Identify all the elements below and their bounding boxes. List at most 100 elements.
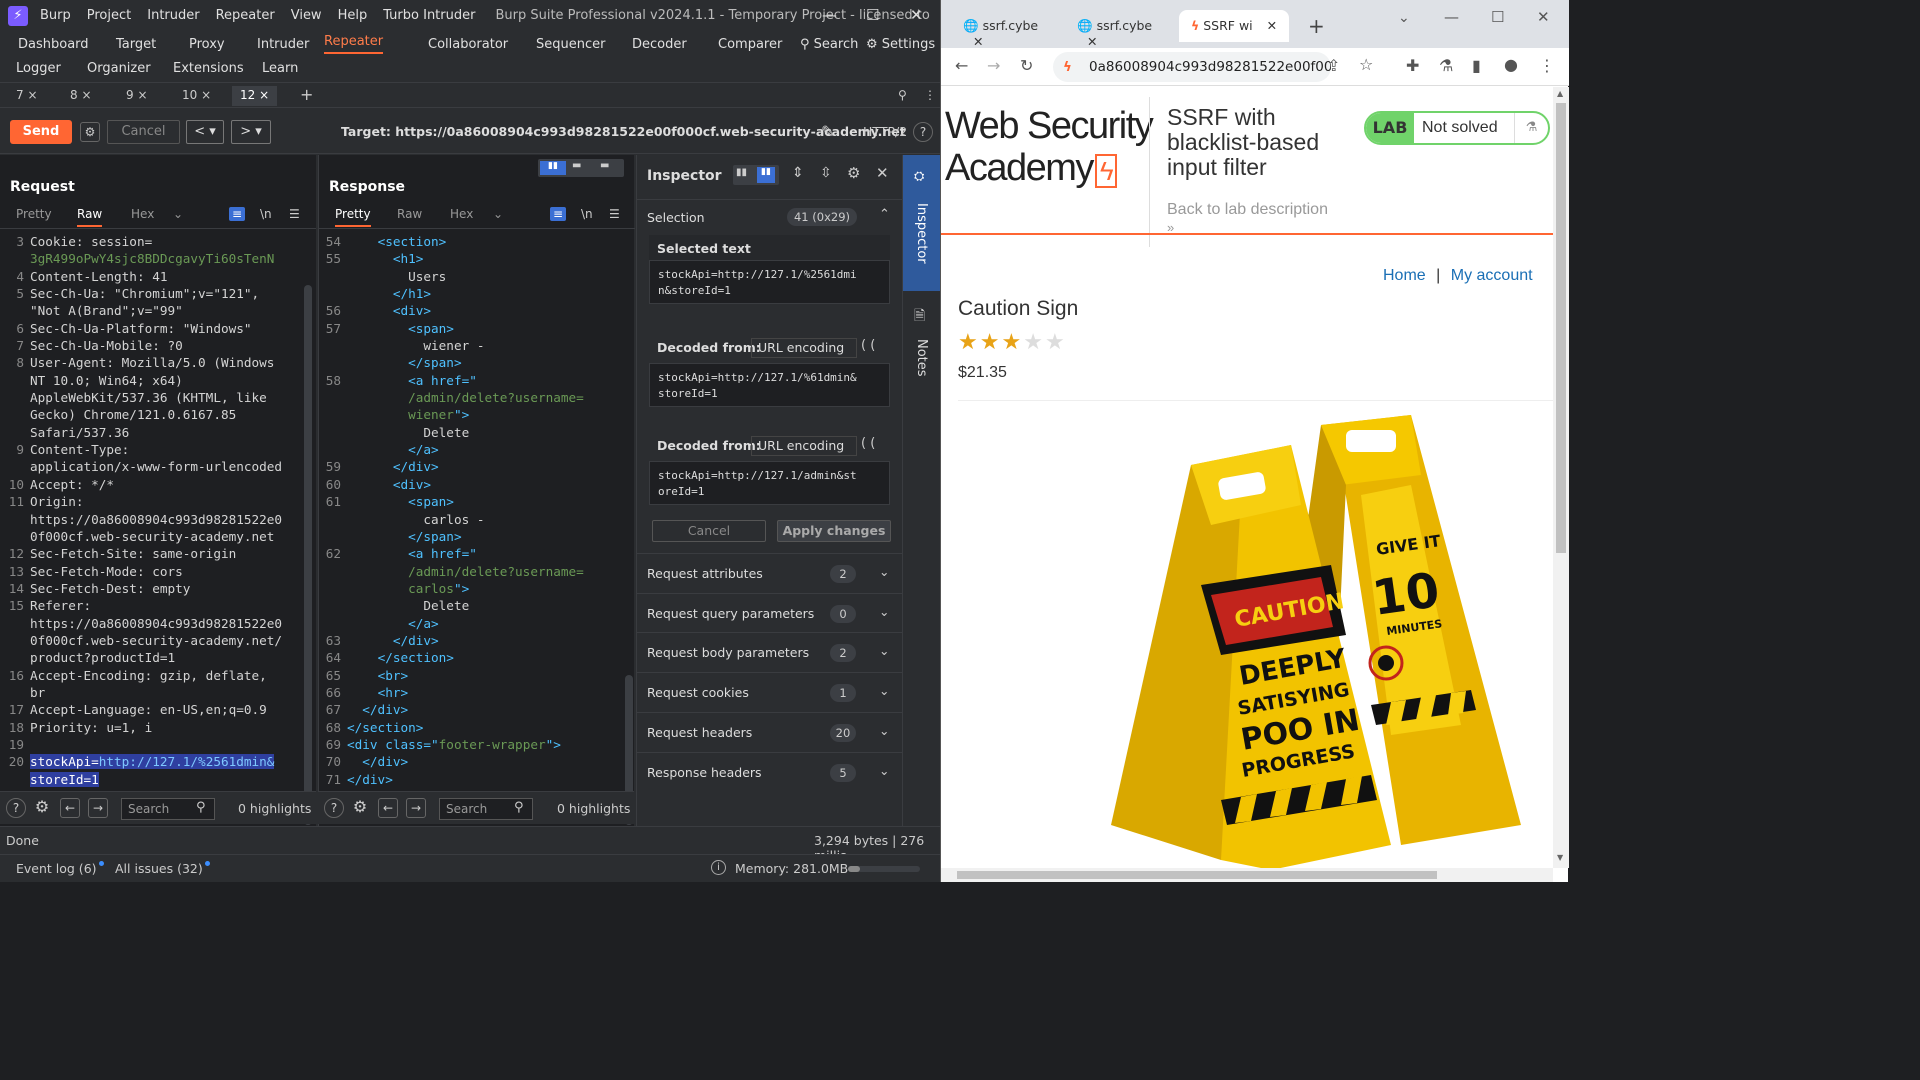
add-tab-icon[interactable]: + bbox=[292, 83, 321, 104]
close-icon[interactable]: ✕ bbox=[1087, 34, 1097, 49]
tab-learn[interactable]: Learn bbox=[262, 61, 298, 76]
send-button[interactable]: Send bbox=[10, 120, 72, 144]
decoded-text-value[interactable]: stockApi=http://127.1/%61dmin& storeId=1 bbox=[649, 363, 890, 407]
tab-hex[interactable]: Hex bbox=[450, 207, 473, 221]
info-icon[interactable]: i bbox=[711, 860, 726, 875]
notes-icon[interactable]: 🗎 bbox=[914, 305, 925, 329]
newline-icon[interactable]: \n bbox=[260, 207, 272, 221]
tab-comparer[interactable]: Comparer bbox=[718, 37, 782, 52]
tab-target[interactable]: Target bbox=[116, 37, 156, 52]
more-menu-icon[interactable]: ⋮ bbox=[1539, 56, 1555, 75]
tab-repeater[interactable]: Repeater bbox=[324, 34, 384, 54]
next-icon[interactable]: → bbox=[88, 798, 108, 818]
horizontal-scrollbar[interactable] bbox=[941, 868, 1553, 882]
encoding-select[interactable]: URL encoding ⌄ bbox=[751, 338, 857, 373]
tab-pretty[interactable]: Pretty bbox=[16, 207, 52, 221]
minimize-icon[interactable]: — bbox=[1444, 8, 1459, 26]
close-icon[interactable]: ✕ bbox=[910, 6, 923, 24]
search-button[interactable]: ⚲ Search bbox=[800, 37, 858, 52]
chevron-down-icon[interactable]: ⌄ bbox=[493, 207, 503, 221]
menu-burp[interactable]: Burp bbox=[40, 8, 71, 23]
home-link[interactable]: Home bbox=[1383, 267, 1426, 284]
inspector-section[interactable]: Request cookies 1 ⌄ bbox=[637, 672, 902, 712]
response-editor[interactable]: 54 <section> 55 <h1> Users </h1> 56 <div> 5… bbox=[321, 233, 584, 788]
encoding-select[interactable]: URL encoding ⌄ bbox=[751, 436, 857, 471]
layout-icon[interactable]: ▮▮ bbox=[757, 167, 775, 183]
cancel-button[interactable]: Cancel bbox=[107, 120, 180, 144]
tab-pretty[interactable]: Pretty bbox=[335, 207, 371, 227]
close-icon[interactable]: ✕ bbox=[1537, 8, 1550, 26]
page-scrollbar[interactable]: ▲ ▼ bbox=[1553, 87, 1569, 868]
repeater-tab[interactable]: 10 × bbox=[174, 86, 219, 106]
chevron-down-icon[interactable]: ⌄ bbox=[173, 207, 183, 221]
settings-button[interactable]: ⚙ Settings bbox=[866, 37, 935, 52]
menu-project[interactable]: Project bbox=[87, 8, 131, 23]
split-vertical-icon[interactable]: ▬ bbox=[572, 160, 581, 171]
browser-tab[interactable]: 🌐 ssrf.cybe ✕ bbox=[1067, 10, 1171, 49]
wrap-icon[interactable]: ≡ bbox=[550, 207, 567, 221]
flask-icon[interactable]: ⚗ bbox=[1439, 56, 1453, 75]
menu-intruder[interactable]: Intruder bbox=[147, 8, 199, 23]
tabs-layout-icon[interactable]: ▬ bbox=[600, 160, 609, 171]
reload-icon[interactable]: ↻ bbox=[1020, 56, 1033, 75]
gear-icon[interactable]: ⚙ bbox=[847, 164, 860, 182]
my-account-link[interactable]: My account bbox=[1451, 267, 1533, 284]
forward-icon[interactable]: → bbox=[987, 56, 1000, 75]
apply-changes-button[interactable]: Apply changes bbox=[777, 520, 891, 542]
tab-decoder[interactable]: Decoder bbox=[632, 37, 687, 52]
http-version[interactable]: HTTP/2 bbox=[863, 124, 907, 139]
tab-proxy[interactable]: Proxy bbox=[189, 37, 225, 52]
wrap-icon[interactable]: ≡ bbox=[229, 207, 246, 221]
menu-turbo-intruder[interactable]: Turbo Intruder bbox=[383, 8, 475, 23]
decoded-text-value[interactable]: stockApi=http://127.1/admin&st oreId=1 bbox=[649, 461, 890, 505]
event-log-link[interactable]: Event log (6) bbox=[16, 861, 104, 876]
browser-tab-active[interactable]: ϟ SSRF wi ✕ bbox=[1179, 10, 1289, 42]
all-issues-link[interactable]: All issues (32) bbox=[115, 861, 210, 876]
chevron-up-icon[interactable]: ⌃ bbox=[879, 207, 890, 222]
toggle-icon[interactable]: ( ( bbox=[861, 436, 875, 451]
tab-collaborator[interactable]: Collaborator bbox=[428, 37, 508, 52]
layout-toggle[interactable]: ▮▮ ▬ ▬ bbox=[538, 159, 624, 177]
repeater-tab-active[interactable]: 12 × bbox=[232, 86, 278, 106]
tab-dashboard[interactable]: Dashboard bbox=[18, 37, 89, 52]
tab-sequencer[interactable]: Sequencer bbox=[536, 37, 605, 52]
layout-icon[interactable]: ▮▮ bbox=[736, 167, 747, 178]
close-icon[interactable]: ✕ bbox=[876, 164, 889, 182]
url-input[interactable]: ϟ 0a86008904c993d98281522e00f00... bbox=[1053, 52, 1331, 82]
split-horizontal-icon[interactable]: ▮▮ bbox=[540, 161, 566, 175]
notes-side-label[interactable]: Notes bbox=[914, 339, 929, 377]
close-icon[interactable]: ✕ bbox=[973, 34, 983, 49]
expand-icon[interactable]: ⇕ bbox=[792, 165, 804, 181]
next-icon[interactable]: → bbox=[406, 798, 426, 818]
new-tab-icon[interactable]: + bbox=[1308, 14, 1325, 38]
inspector-side-tab[interactable]: ⛭ Inspector bbox=[903, 155, 941, 291]
search-icon[interactable]: ⚲ bbox=[890, 86, 915, 106]
profile-avatar-icon[interactable]: ● bbox=[1504, 55, 1518, 74]
scrollbar-thumb[interactable] bbox=[1556, 103, 1566, 553]
help-icon[interactable]: ? bbox=[6, 798, 26, 818]
inspector-section[interactable]: Response headers 5 ⌄ bbox=[637, 752, 902, 792]
tab-raw[interactable]: Raw bbox=[77, 207, 103, 227]
previous-icon[interactable]: ← bbox=[378, 798, 398, 818]
scroll-down-icon[interactable]: ▼ bbox=[1557, 853, 1563, 862]
repeater-tab[interactable]: 7 × bbox=[8, 86, 46, 106]
menu-help[interactable]: Help bbox=[338, 8, 368, 23]
menu-view[interactable]: View bbox=[291, 8, 322, 23]
inspector-cancel-button[interactable]: Cancel bbox=[652, 520, 766, 542]
menu-icon[interactable]: ☰ bbox=[289, 207, 300, 221]
forward-button[interactable]: > ▾ bbox=[231, 120, 271, 144]
back-to-lab-link[interactable]: Back to lab description» bbox=[1167, 201, 1328, 237]
toggle-icon[interactable]: ( ( bbox=[861, 338, 875, 353]
tab-logger[interactable]: Logger bbox=[16, 61, 61, 76]
maximize-icon[interactable]: ☐ bbox=[866, 6, 879, 24]
inspector-layout-toggle[interactable]: ▮▮ ▮▮ bbox=[733, 165, 779, 185]
edit-pencil-icon[interactable]: ✎ bbox=[821, 122, 834, 141]
wsa-logo[interactable]: Web Security Academy ϟ bbox=[945, 105, 1154, 192]
extensions-puzzle-icon[interactable]: ✚ bbox=[1406, 56, 1419, 75]
gear-icon[interactable]: ⚙ bbox=[32, 798, 52, 818]
repeater-tab[interactable]: 9 × bbox=[118, 86, 156, 106]
menu-repeater[interactable]: Repeater bbox=[216, 8, 275, 23]
side-panel-icon[interactable]: ▮ bbox=[1472, 56, 1481, 75]
close-icon[interactable]: ✕ bbox=[1267, 18, 1277, 33]
inspector-section[interactable]: Request body parameters 2 ⌄ bbox=[637, 632, 902, 672]
